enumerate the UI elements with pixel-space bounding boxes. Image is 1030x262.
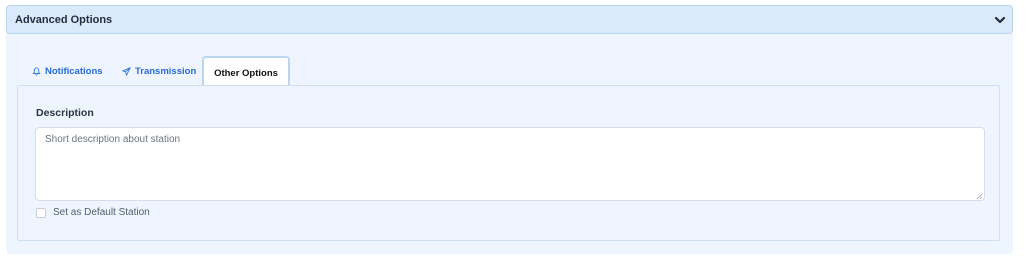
description-label: Description: [36, 107, 94, 119]
advanced-options-header[interactable]: Advanced Options: [6, 5, 1013, 34]
default-station-row: Set as Default Station: [36, 207, 150, 218]
tab-transmission-label: Transmission: [135, 65, 197, 77]
tab-transmission[interactable]: Transmission: [122, 56, 196, 86]
bell-icon: [32, 66, 41, 75]
tab-other-options-label: Other Options: [214, 67, 278, 79]
chevron-down-icon[interactable]: [994, 14, 1006, 26]
tab-other-options[interactable]: Other Options: [202, 56, 290, 88]
default-station-checkbox[interactable]: [36, 207, 46, 218]
options-tabs: Notifications Transmission Other Options: [18, 56, 998, 88]
default-station-label[interactable]: Set as Default Station: [53, 207, 150, 218]
paper-plane-icon: [122, 66, 131, 76]
description-textarea[interactable]: [35, 127, 985, 201]
tab-notifications-label: Notifications: [45, 65, 103, 77]
other-options-pane: Description Set as Default Station: [17, 85, 1000, 241]
panel-title: Advanced Options: [15, 14, 113, 26]
resize-grip-icon[interactable]: [976, 193, 983, 200]
tab-notifications[interactable]: Notifications: [32, 56, 103, 86]
